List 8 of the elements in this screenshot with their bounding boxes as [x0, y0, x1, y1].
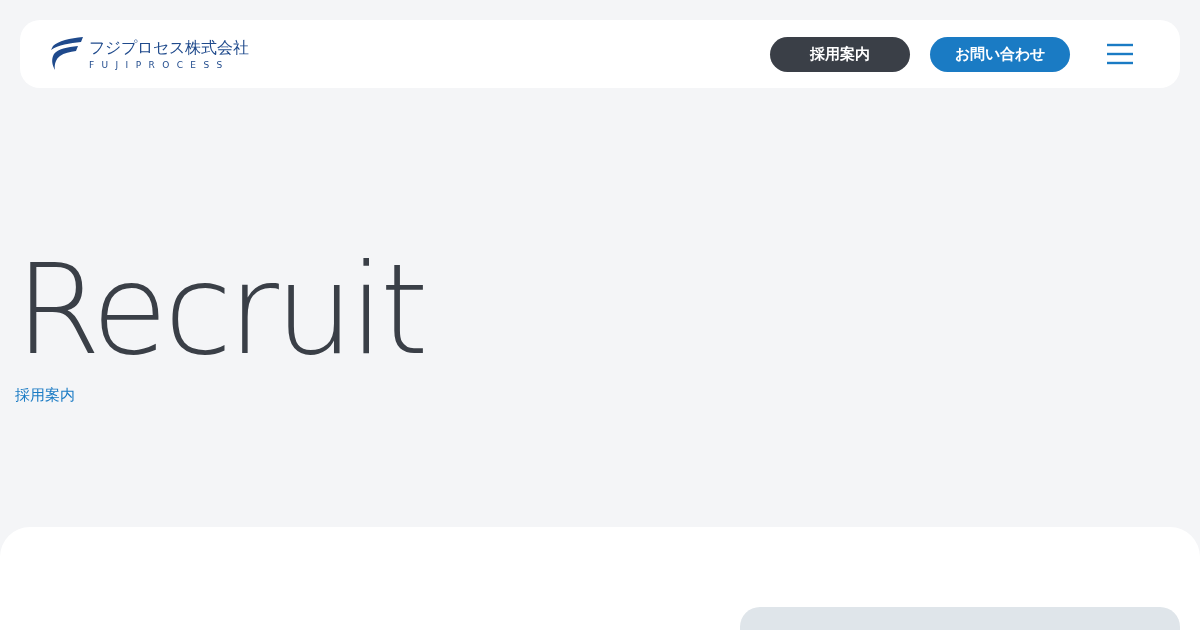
page-title: Recruit: [15, 248, 426, 372]
contact-button[interactable]: お問い合わせ: [930, 36, 1070, 72]
company-name: フジプロセス株式会社: [89, 38, 249, 57]
recruit-button[interactable]: 採用案内: [770, 36, 910, 72]
page-subtitle: 採用案内: [15, 386, 76, 405]
logo-icon: [50, 37, 83, 71]
company-romaji: FUJIPROCESS: [89, 59, 231, 70]
menu-icon[interactable]: [1107, 43, 1133, 65]
